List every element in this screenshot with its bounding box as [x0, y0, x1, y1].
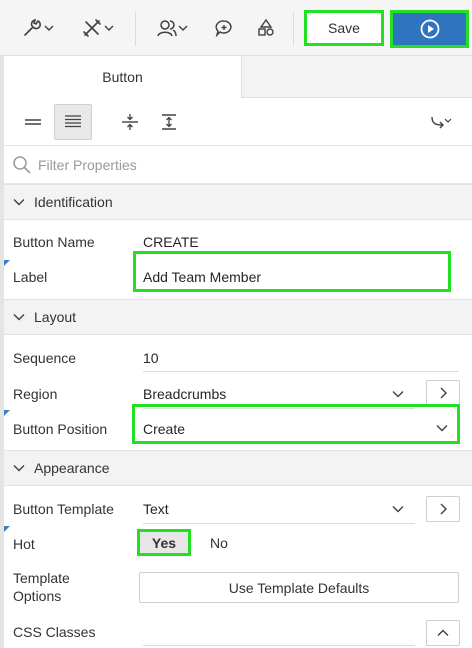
chevron-down-icon [44, 25, 54, 31]
use-template-defaults-button[interactable]: Use Template Defaults [139, 572, 459, 603]
button-template-select[interactable]: Text [143, 501, 169, 517]
property-button-position: Button Position Create [4, 404, 472, 448]
button-template-goto-button[interactable] [426, 496, 460, 522]
property-label: CSS Classes [13, 624, 96, 640]
required-marker [4, 526, 10, 532]
section-layout[interactable]: Layout [4, 299, 472, 335]
required-marker [4, 410, 10, 416]
property-label: Hot [13, 536, 35, 552]
field-underline [143, 645, 415, 646]
button-position-select[interactable]: Create [143, 421, 185, 437]
section-title: Identification [34, 194, 113, 210]
comments-button[interactable] [210, 13, 238, 43]
run-button[interactable] [390, 10, 469, 48]
property-label: Button Template [13, 501, 114, 517]
chevron-down-icon [13, 465, 25, 472]
tab-button[interactable]: Button [4, 56, 242, 98]
field-underline [143, 371, 459, 372]
show-all-button[interactable] [54, 104, 92, 140]
comment-icon [215, 20, 232, 38]
chevron-down-icon [13, 314, 25, 321]
section-title: Appearance [34, 460, 110, 476]
region-goto-button[interactable] [426, 380, 460, 406]
tools-menu-button[interactable] [78, 13, 118, 43]
toolbar-divider [135, 12, 136, 46]
hot-no-option[interactable]: No [196, 529, 242, 556]
property-label: Template [13, 570, 70, 586]
toolbar-divider [293, 12, 294, 46]
shapes-button[interactable] [253, 13, 279, 43]
property-css-classes: CSS Classes [4, 614, 472, 648]
property-label: Options [13, 588, 62, 604]
expand-icon [162, 114, 176, 130]
property-label: Region [13, 386, 58, 402]
shared-components-icon [157, 20, 177, 37]
chevron-right-icon [440, 387, 447, 399]
sequence-field[interactable]: 10 [143, 350, 159, 366]
tools-icon [83, 19, 101, 37]
button-name-value[interactable]: CREATE [143, 234, 199, 250]
property-label: Sequence [13, 350, 77, 366]
chevron-up-icon [437, 629, 449, 636]
search-icon [13, 156, 31, 174]
required-marker [4, 260, 10, 266]
property-label-row: Label Add Team Member [4, 250, 472, 296]
collapse-all-button[interactable] [111, 104, 149, 140]
property-button-template: Button Template Text [4, 490, 472, 526]
section-appearance[interactable]: Appearance [4, 450, 472, 486]
filter-properties-input[interactable] [38, 152, 458, 178]
chevron-down-icon [178, 25, 188, 31]
toolbar: Save [0, 0, 472, 56]
section-title: Layout [34, 309, 77, 325]
save-button[interactable]: Save [304, 10, 384, 46]
show-common-button[interactable] [14, 104, 52, 140]
label-field[interactable]: Add Team Member [143, 269, 261, 285]
tab-bar: Button [4, 56, 472, 98]
chevron-down-icon [13, 199, 25, 206]
property-label: Label [13, 269, 48, 285]
go-to-arrow-icon [431, 116, 452, 129]
view-controls [4, 98, 472, 146]
section-identification[interactable]: Identification [4, 184, 472, 220]
compact-list-icon [25, 119, 41, 125]
full-list-icon [65, 115, 81, 128]
chevron-down-icon [436, 425, 448, 432]
css-classes-picker-button[interactable] [426, 620, 460, 646]
chevron-right-icon [440, 503, 447, 515]
property-label: Button Position [13, 421, 108, 437]
shared-components-button[interactable] [152, 13, 192, 43]
run-icon [420, 19, 439, 39]
field-underline [143, 523, 415, 524]
property-sequence: Sequence 10 [4, 335, 472, 375]
filter-bar [4, 146, 472, 184]
chevron-down-icon [392, 506, 404, 513]
chevron-down-icon [392, 391, 404, 398]
expand-all-button[interactable] [150, 104, 188, 140]
utilities-menu-button[interactable] [18, 13, 58, 43]
chevron-down-icon [104, 25, 114, 31]
property-label: Button Name [13, 234, 95, 250]
hot-yes-option[interactable]: Yes [137, 529, 191, 556]
go-to-group-button[interactable] [418, 104, 464, 140]
region-select[interactable]: Breadcrumbs [143, 386, 226, 402]
collapse-icon [122, 114, 138, 130]
shapes-icon [258, 18, 274, 36]
wrench-icon [24, 19, 41, 36]
